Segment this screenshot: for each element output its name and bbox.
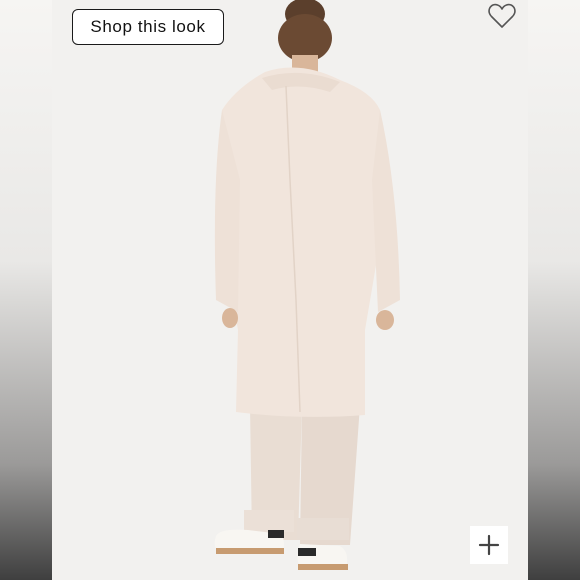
model-illustration xyxy=(214,0,400,570)
zoom-button[interactable] xyxy=(470,526,508,564)
shop-this-look-button[interactable]: Shop this look xyxy=(72,9,224,45)
favorite-button[interactable] xyxy=(487,2,517,30)
heart-outline-icon xyxy=(488,3,516,28)
shop-this-look-label: Shop this look xyxy=(90,17,206,36)
plus-icon xyxy=(478,534,500,556)
listing-image-viewer: Shop this look xyxy=(0,0,580,580)
product-photo[interactable] xyxy=(52,0,528,580)
